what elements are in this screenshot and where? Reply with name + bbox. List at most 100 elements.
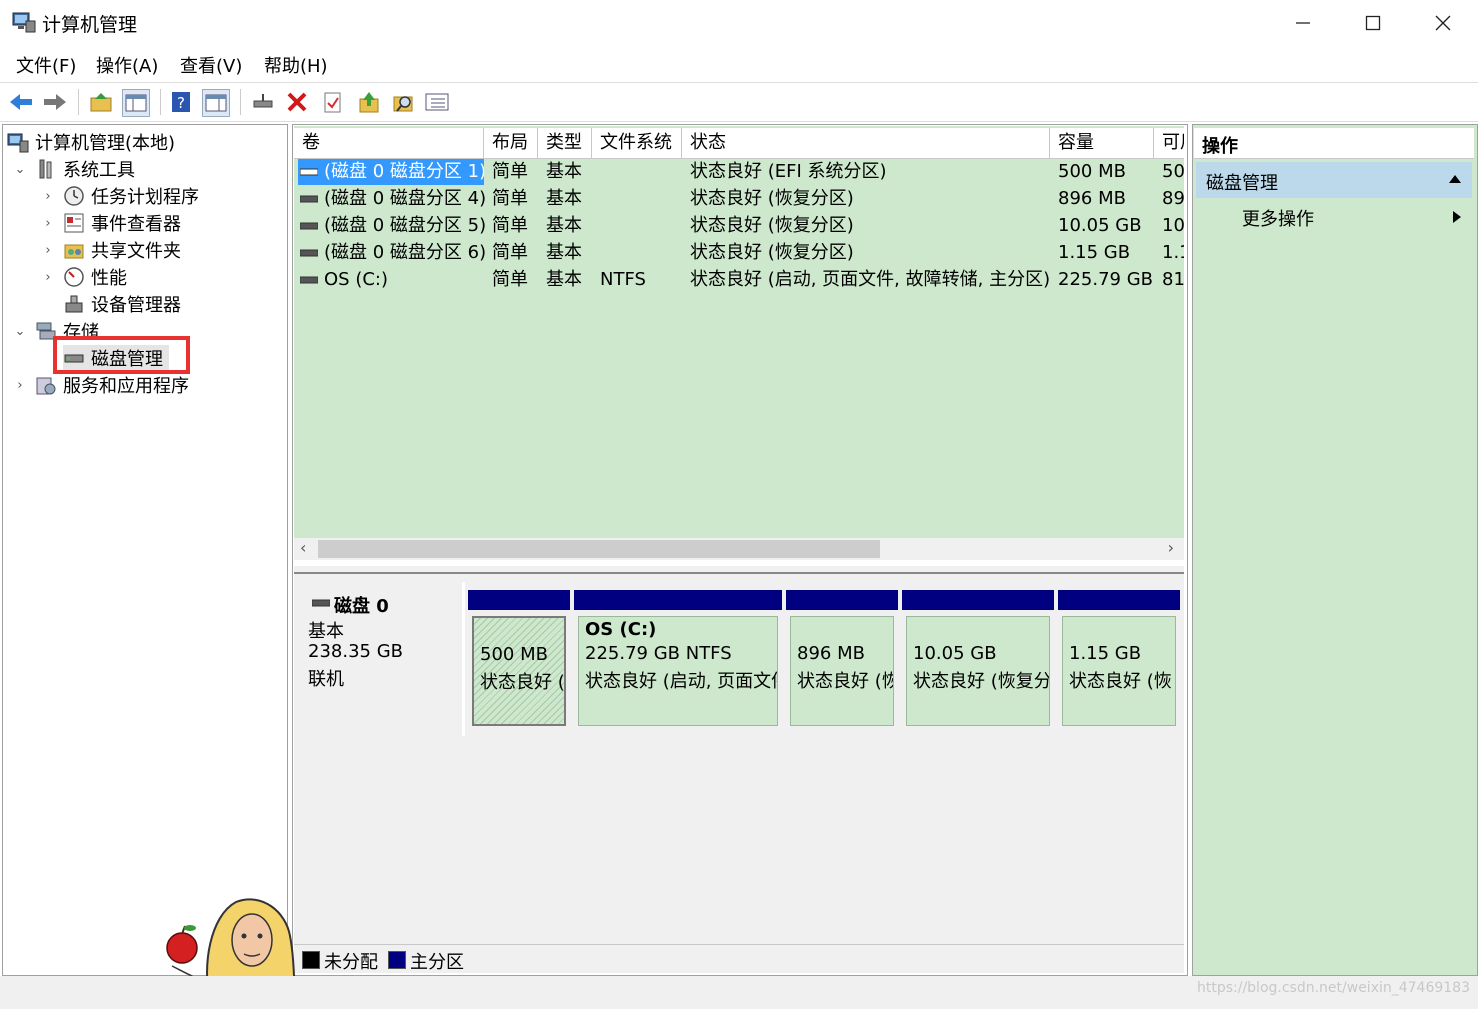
tools-icon (39, 159, 52, 179)
maximize-button[interactable] (1338, 0, 1408, 46)
partition-recovery-2[interactable]: 10.05 GB 状态良好 (恢复分 (902, 590, 1054, 730)
list-view-icon (425, 93, 449, 111)
event-viewer-icon (64, 213, 84, 233)
tree-item-performance[interactable]: › 性能 (41, 264, 127, 290)
close-icon (1435, 15, 1451, 31)
close-button[interactable] (1408, 0, 1478, 46)
volume-list: (磁盘 0 磁盘分区 1) 简单 基本 状态良好 (EFI 系统分区) 500 … (294, 126, 1184, 538)
partition-recovery-3[interactable]: 1.15 GB 状态良好 (恢 (1058, 590, 1180, 730)
help-icon: ? (172, 92, 190, 112)
properties-button[interactable] (320, 89, 346, 115)
scroll-left-icon[interactable]: ‹ (300, 538, 306, 557)
maximize-icon (1365, 15, 1381, 31)
col-type[interactable]: 类型 (538, 128, 592, 158)
col-free[interactable]: 可用 (1154, 128, 1184, 158)
chevron-right-icon[interactable]: › (41, 243, 55, 258)
show-hide-tree-button[interactable] (122, 89, 150, 117)
actions-section-disk-management[interactable]: 磁盘管理 (1196, 162, 1472, 198)
legend-primary: 主分区 (410, 952, 464, 973)
help-button[interactable]: ? (168, 89, 194, 115)
search-folder-icon (393, 96, 413, 112)
action-pane-icon (205, 94, 227, 112)
collapse-up-icon[interactable] (1448, 174, 1462, 184)
free-cell: 81 (1162, 269, 1184, 290)
export-button[interactable] (356, 89, 382, 115)
tree-item-services-apps[interactable]: › 服务和应用程序 (13, 372, 189, 398)
chevron-right-icon[interactable]: › (13, 378, 27, 393)
menu-action[interactable]: 操作(A) (96, 52, 158, 78)
tree-item-shared-folders[interactable]: › 共享文件夹 (41, 237, 181, 263)
computer-management-icon (12, 12, 36, 33)
show-action-pane-button[interactable] (202, 89, 230, 117)
tree-item-device-manager[interactable]: 设备管理器 (63, 291, 181, 317)
partition-efi[interactable]: 500 MB 状态良好 ( (468, 590, 570, 730)
minimize-icon (1296, 22, 1310, 24)
type-cell: 基本 (546, 215, 582, 236)
tree-label: 服务和应用程序 (63, 376, 189, 397)
partition-header-bar (1058, 590, 1180, 610)
col-status[interactable]: 状态 (682, 128, 1050, 158)
more-actions-item[interactable]: 更多操作 (1196, 202, 1472, 232)
tree-label: 任务计划程序 (91, 187, 199, 208)
shared-folder-icon (64, 244, 84, 259)
volume-icon (300, 195, 318, 203)
actions-pane (1192, 124, 1478, 976)
connect-drive-button[interactable] (250, 89, 276, 115)
forward-button[interactable] (42, 89, 68, 115)
col-volume[interactable]: 卷 (294, 128, 484, 158)
highlight-box (53, 336, 190, 374)
more-actions-label: 更多操作 (1242, 209, 1314, 230)
col-filesystem[interactable]: 文件系统 (592, 128, 682, 158)
tree-item-task-scheduler[interactable]: › 任务计划程序 (41, 183, 199, 209)
clock-icon (64, 186, 84, 206)
list-view-button[interactable] (424, 89, 450, 115)
delete-button[interactable] (284, 89, 310, 115)
menu-file[interactable]: 文件(F) (16, 52, 76, 78)
status-cell: 状态良好 (EFI 系统分区) (690, 161, 887, 182)
actions-section-label: 磁盘管理 (1206, 173, 1278, 194)
device-manager-icon (65, 295, 83, 313)
properties-check-icon (324, 92, 341, 113)
tree-item-event-viewer[interactable]: › 事件查看器 (41, 210, 181, 236)
chevron-down-icon[interactable]: ⌄ (13, 324, 27, 339)
minimize-button[interactable] (1268, 0, 1338, 46)
chevron-right-icon[interactable]: › (41, 189, 55, 204)
partition-header-bar (574, 590, 782, 610)
tree-item-root[interactable]: 计算机管理(本地) (7, 129, 175, 155)
disk-label[interactable]: 磁盘 0 基本 238.35 GB 联机 (296, 582, 465, 736)
up-folder-button[interactable] (88, 89, 114, 115)
col-layout[interactable]: 布局 (484, 128, 538, 158)
table-row[interactable]: (磁盘 0 磁盘分区 4) 简单 基本 状态良好 (恢复分区) 896 MB 8… (294, 185, 1184, 212)
layout-cell: 简单 (492, 242, 528, 263)
disk-size: 238.35 GB (308, 641, 404, 662)
chevron-right-icon[interactable]: › (41, 270, 55, 285)
pane-splitter[interactable] (294, 566, 1184, 574)
partition-status: 状态良好 (启动, 页面文件 (585, 671, 778, 692)
partition-os-c[interactable]: OS (C:) 225.79 GB NTFS 状态良好 (启动, 页面文件 (574, 590, 782, 730)
table-row[interactable]: (磁盘 0 磁盘分区 5) 简单 基本 状态良好 (恢复分区) 10.05 GB… (294, 212, 1184, 239)
partition-recovery-1[interactable]: 896 MB 状态良好 (恢 (786, 590, 898, 730)
table-row[interactable]: OS (C:) 简单 基本 NTFS 状态良好 (启动, 页面文件, 故障转储,… (294, 266, 1184, 293)
legend-unallocated: 未分配 (324, 952, 378, 973)
chevron-right-icon[interactable]: › (41, 216, 55, 231)
tree-label: 系统工具 (63, 160, 135, 181)
back-button[interactable] (8, 89, 34, 115)
table-row[interactable]: (磁盘 0 磁盘分区 1) 简单 基本 状态良好 (EFI 系统分区) 500 … (294, 158, 1184, 185)
menu-view[interactable]: 查看(V) (180, 52, 242, 78)
services-icon (36, 377, 56, 395)
scroll-right-icon[interactable]: › (1168, 538, 1174, 557)
status-cell: 状态良好 (恢复分区) (690, 188, 854, 209)
svg-text:?: ? (177, 94, 185, 112)
scrollbar-thumb[interactable] (318, 540, 880, 558)
type-cell: 基本 (546, 269, 582, 290)
volume-cell: OS (C:) (324, 269, 388, 290)
menu-help[interactable]: 帮助(H) (264, 52, 328, 78)
layout-cell: 简单 (492, 215, 528, 236)
volume-icon (300, 168, 318, 176)
tree-item-system-tools[interactable]: ⌄ 系统工具 (13, 156, 135, 182)
chevron-down-icon[interactable]: ⌄ (13, 162, 27, 177)
table-row[interactable]: (磁盘 0 磁盘分区 6) 简单 基本 状态良好 (恢复分区) 1.15 GB … (294, 239, 1184, 266)
col-capacity[interactable]: 容量 (1050, 128, 1154, 158)
capacity-cell: 1.15 GB (1058, 242, 1131, 263)
search-button[interactable] (390, 89, 416, 115)
